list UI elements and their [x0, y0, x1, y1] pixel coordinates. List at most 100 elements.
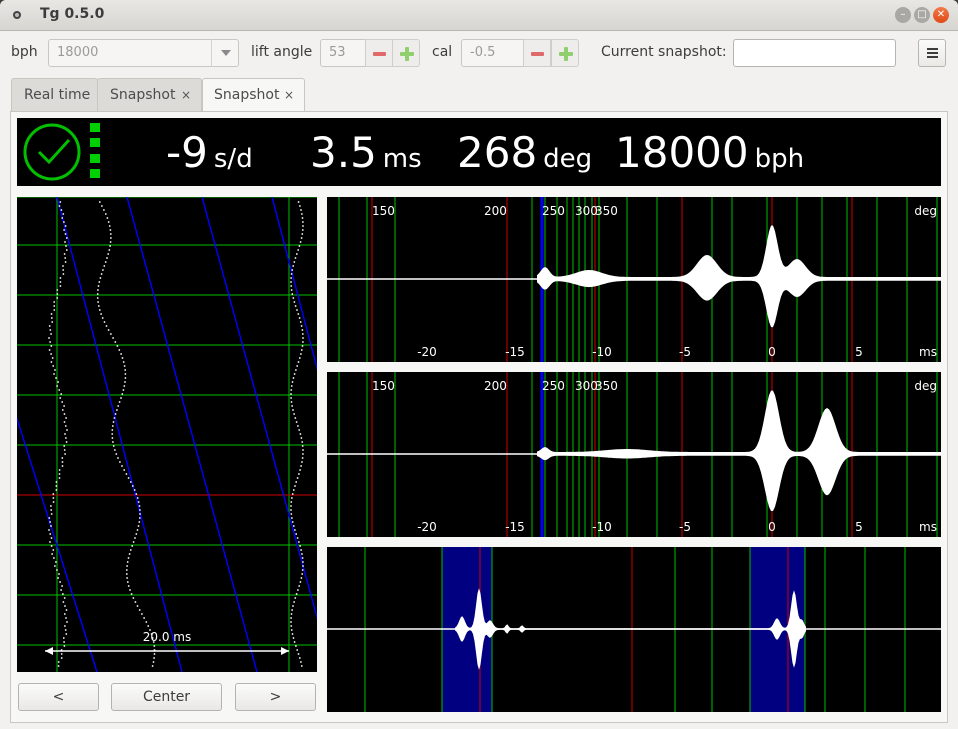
beat-dot: [297, 589, 299, 591]
beat-dot: [297, 313, 300, 315]
beat-dot: [291, 609, 293, 611]
beat-dot: [301, 445, 304, 447]
beat-dot: [290, 281, 292, 283]
beat-dot: [295, 421, 298, 423]
beat-dot: [65, 249, 68, 251]
beat-dot: [104, 261, 107, 263]
minimize-button[interactable]: –: [895, 7, 911, 23]
beat-dot: [97, 301, 99, 303]
beat-dot: [64, 225, 67, 227]
paperstrip-panel[interactable]: 20.0 ms: [17, 197, 317, 672]
beat-dot: [291, 381, 294, 383]
beat-dot: [297, 249, 300, 251]
beat-dot: [126, 561, 129, 563]
beat-dot: [138, 505, 141, 507]
beat-dot: [121, 465, 123, 467]
beat-dot: [298, 585, 301, 587]
beat-dot: [52, 497, 55, 499]
beat-dot: [301, 573, 304, 575]
beat-dot: [59, 277, 62, 279]
beat-dot: [120, 353, 122, 355]
deg-tick-label: 150: [372, 204, 395, 218]
chevron-down-icon[interactable]: [211, 39, 239, 67]
tab-close-icon[interactable]: ×: [284, 79, 294, 111]
center-button[interactable]: Center: [111, 683, 222, 711]
lift-angle-decrement-button[interactable]: [365, 39, 393, 67]
beat-dot: [51, 553, 53, 555]
beat-dot: [96, 297, 99, 299]
current-snapshot-input[interactable]: [733, 39, 896, 67]
menu-button[interactable]: [918, 39, 946, 67]
title-bar[interactable]: Tg 0.5.0 – □ ✕: [0, 0, 958, 31]
ms-tick-label: -5: [679, 345, 691, 359]
beat-dot: [301, 329, 304, 331]
ms-tick-label: -15: [505, 520, 525, 534]
beat-dot: [300, 661, 302, 663]
beat-dot: [293, 413, 295, 415]
previous-button[interactable]: <: [18, 683, 99, 711]
beat-dot: [112, 337, 114, 339]
beat-dot: [53, 309, 56, 311]
beat-dot: [113, 417, 116, 419]
tab-label: Snapshot: [110, 87, 176, 103]
beat-dot: [300, 353, 302, 355]
beat-dot: [147, 625, 150, 627]
beat-dot: [62, 593, 64, 595]
beat-dot: [64, 605, 66, 607]
bph-combo-value: 18000: [57, 45, 99, 60]
beat-dot: [153, 645, 156, 647]
beat-dot: [50, 513, 53, 515]
deg-unit-label: deg: [914, 204, 937, 218]
app-icon: [13, 11, 21, 19]
beat-dot: [98, 281, 101, 283]
lift-angle-increment-button[interactable]: [392, 39, 420, 67]
cal-field[interactable]: -0.5: [461, 39, 524, 67]
beat-dot: [48, 325, 51, 327]
tab-close-icon[interactable]: ×: [181, 79, 191, 111]
beat-dot: [136, 605, 139, 607]
cal-value: -0.5: [470, 45, 496, 60]
beat-dot: [293, 261, 296, 263]
beat-dot: [114, 413, 117, 415]
beat-dot: [58, 573, 60, 575]
beat-dot: [63, 445, 66, 447]
beat-dot: [59, 581, 61, 583]
beat-dot: [50, 509, 53, 511]
cal-decrement-button[interactable]: [523, 39, 551, 67]
cal-increment-button[interactable]: [551, 39, 579, 67]
beat-dot: [292, 409, 294, 411]
beat-dot: [290, 277, 292, 279]
beat-dot: [296, 537, 299, 539]
lift-angle-field[interactable]: 53: [320, 39, 366, 67]
trend-line: [56, 197, 183, 672]
beat-dot: [51, 321, 54, 323]
beat-dot: [294, 417, 297, 419]
beat-dot: [296, 309, 298, 311]
tab-snapshot-2[interactable]: Snapshot ×: [202, 78, 305, 113]
beat-dot: [297, 201, 300, 203]
beat-dot: [59, 281, 62, 283]
amplitude-value: 268: [457, 128, 538, 177]
beat-dot: [138, 521, 141, 523]
deg-tick-label: 200: [484, 204, 507, 218]
beat-dot: [292, 605, 294, 607]
beat-dot: [290, 617, 292, 619]
beat-dot: [57, 665, 60, 667]
beat-dot: [127, 585, 130, 587]
tic-waveform-plot: 150 200 250 300350 deg-20 -15 -10 -5 0 5 ms: [327, 197, 941, 362]
maximize-icon: □: [917, 9, 927, 20]
close-icon: ✕: [936, 9, 946, 20]
tab-real-time[interactable]: Real time: [11, 78, 98, 111]
beat-dot: [119, 461, 121, 463]
beat-dot: [301, 461, 303, 463]
tab-snapshot-1[interactable]: Snapshot ×: [97, 78, 202, 111]
maximize-button[interactable]: □: [914, 7, 930, 23]
beat-dot: [122, 389, 125, 391]
beat-dot: [66, 429, 68, 431]
next-button[interactable]: >: [235, 683, 316, 711]
close-button[interactable]: ✕: [933, 7, 949, 23]
beat-dot: [290, 513, 293, 515]
beat-dot: [123, 385, 126, 387]
deg-tick-label: 200: [484, 379, 507, 393]
bph-readout: 18000 bph: [615, 128, 804, 177]
